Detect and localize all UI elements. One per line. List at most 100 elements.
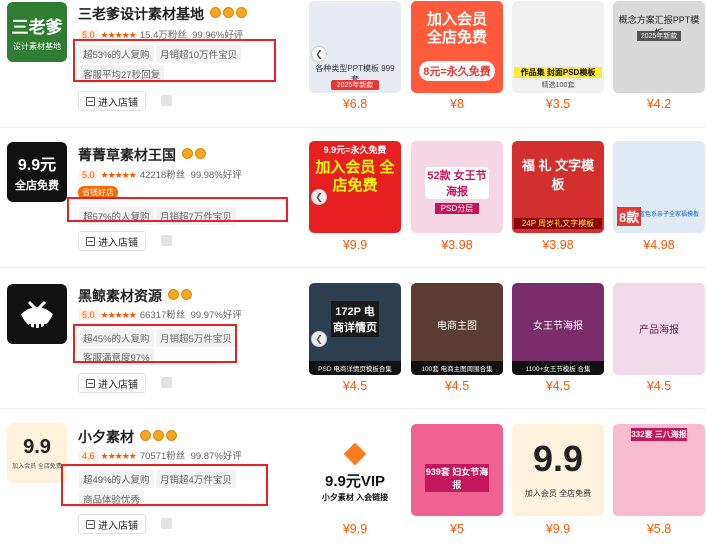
product-image[interactable]: 8款 蓝色系亲子全家福模板	[613, 141, 705, 233]
product-image-caption: 作品集 封面PSD模板	[514, 67, 602, 78]
shop-name-text: 小夕素材	[78, 429, 134, 445]
product-image[interactable]: 172P 电商详情页 PSD 电商详情页模板合集	[309, 283, 401, 375]
product-image[interactable]: 9.9 加入会员 全店免费	[512, 424, 604, 516]
product-image[interactable]: 加入会员 全店免费 8元=永久免费	[411, 1, 503, 93]
crown-icon	[194, 148, 206, 159]
enter-shop-button[interactable]: 进入店铺	[78, 514, 146, 534]
shop-logo[interactable]: 三老爹 设计素材基地	[7, 2, 67, 62]
shop-name-text: 菁菁草素材王国	[78, 147, 176, 163]
shop-row: 9.9元 全店免费 菁菁草素材王国 5.0 ★★★★★ 42218粉丝 99.98%…	[0, 137, 706, 274]
shop-name[interactable]: 三老爹设计素材基地	[78, 4, 247, 24]
enter-shop-button[interactable]: 进入店铺	[78, 91, 146, 111]
shop-icon	[86, 519, 95, 529]
crown-icon	[180, 289, 192, 300]
logo-subtext: 全店免费	[15, 180, 59, 192]
compare-checkbox[interactable]	[161, 95, 172, 106]
shop-name[interactable]: 小夕素材	[78, 427, 177, 447]
product-image[interactable]: 9.9元VIP 小夕素材 入会链接	[309, 424, 401, 516]
shop-logo[interactable]: 9.9元 全店免费	[7, 142, 67, 202]
shop-logo[interactable]: 9.9 加入会员 全店免费	[7, 423, 67, 483]
product-image-caption: 9.9元VIP	[324, 473, 386, 490]
shop-name[interactable]: 菁菁草素材王国	[78, 145, 206, 165]
shop-name-text: 黑鲸素材资源	[78, 288, 162, 304]
chevron-left-icon[interactable]: ❮	[311, 46, 327, 62]
product-image[interactable]: 福 礼 文字模板 24P 周岁礼文字模板	[512, 141, 604, 233]
product-image[interactable]: 52款 女王节海报 PSD分层	[411, 141, 503, 233]
fans-count: 66317粉丝	[139, 310, 186, 321]
price: ¥4.5	[545, 379, 571, 393]
product-image[interactable]: 作品集 封面PSD模板 精选100套	[512, 1, 604, 93]
price: ¥4.2	[646, 97, 672, 111]
product-image[interactable]: 332套 三八海报	[613, 424, 705, 516]
shop-row: 9.9 加入会员 全店免费 小夕素材 4.6 ★★★★★ 70571粉丝 99.87…	[0, 412, 706, 549]
price: ¥4.98	[643, 238, 675, 252]
product-image-badge: 9.9元=永久免费	[323, 145, 387, 155]
good-rating: 99.98%好评	[190, 170, 242, 181]
product-image-badge: 精选100套	[541, 82, 575, 89]
compare-checkbox[interactable]	[161, 377, 172, 388]
enter-shop-button[interactable]: 进入店铺	[78, 373, 146, 393]
price: ¥3.5	[545, 97, 571, 111]
shop-logo[interactable]	[7, 284, 67, 344]
crown-icon	[235, 7, 247, 18]
product-image[interactable]: 产品海报	[613, 283, 705, 375]
price: ¥9.9	[342, 522, 368, 536]
price: ¥5	[450, 522, 464, 536]
fans-count: 70571粉丝	[139, 451, 186, 462]
logo-text: 三老爹	[11, 17, 63, 37]
compare-checkbox[interactable]	[161, 518, 172, 529]
chevron-left-icon[interactable]: ❮	[311, 331, 327, 347]
product-image-caption: 电商主图	[437, 321, 477, 332]
logo-subtext: 设计素材基地	[13, 41, 61, 51]
crown-icon	[167, 289, 179, 300]
product-image[interactable]: 电商主图 100套 电商主图周围合集	[411, 283, 503, 375]
product-image[interactable]: 女王节海报 1100+女王节模板 合集	[512, 283, 604, 375]
good-rating: 99.97%好评	[190, 310, 242, 321]
product-image-badge: 2025年新款	[637, 31, 681, 41]
product-image-badge: 加入会员 全店免费	[524, 489, 592, 498]
price: ¥5.8	[646, 522, 672, 536]
product-image-badge: PSD 电商详情页模板合集	[309, 361, 401, 375]
product-image-caption: 172P 电商详情页	[331, 301, 379, 337]
shop-stats: 4.6 ★★★★★ 70571粉丝 99.87%好评	[79, 448, 242, 462]
price: ¥4.5	[342, 379, 368, 393]
compare-checkbox[interactable]	[161, 235, 172, 246]
product-image-caption: 女王节海报	[533, 321, 583, 332]
highlight-box	[67, 197, 288, 222]
product-image-caption: 52款 女王节海报	[425, 167, 489, 199]
product-image[interactable]: 939套 妇女节海报	[411, 424, 503, 516]
product-image[interactable]: 概念方案汇报PPT模板 2025年新款	[613, 1, 705, 93]
chevron-left-icon[interactable]: ❮	[311, 189, 327, 205]
highlight-box	[61, 464, 268, 506]
product-image-badge: 8元=永久免费	[419, 61, 495, 81]
product-image[interactable]: 9.9元=永久免费 加入会员 全店免费	[309, 141, 401, 233]
enter-shop-label: 进入店铺	[98, 237, 138, 249]
price: ¥4.5	[444, 379, 470, 393]
row-divider	[0, 127, 706, 128]
enter-shop-button[interactable]: 进入店铺	[78, 231, 146, 251]
good-rating: 99.87%好评	[190, 451, 242, 462]
shop-icon	[86, 96, 95, 106]
whale-icon	[21, 300, 53, 330]
product-image-caption: 9.9	[532, 438, 584, 479]
product-image-badge: 小夕素材 入会链接	[321, 493, 389, 502]
price: ¥9.9	[545, 522, 571, 536]
logo-text: 9.9	[23, 436, 51, 458]
star-rating-icon: ★★★★★	[100, 451, 137, 461]
highlight-box	[73, 324, 237, 363]
product-image-badge: 1100+女王节模板 合集	[512, 361, 604, 375]
star-rating-icon: ★★★★★	[100, 310, 137, 320]
enter-shop-label: 进入店铺	[98, 97, 138, 109]
crown-icon	[222, 7, 234, 18]
shop-stats: 5.0 ★★★★★ 42218粉丝 99.98%好评	[79, 167, 242, 181]
product-image-caption: 福 礼 文字模板	[521, 158, 595, 192]
product-image-caption: 加入会员 全店免费	[426, 11, 487, 46]
enter-shop-label: 进入店铺	[98, 520, 138, 532]
crown-icon	[139, 430, 151, 441]
product-image-caption: 蓝色系亲子全家福模板	[639, 212, 700, 218]
price: ¥6.8	[342, 97, 368, 111]
shop-name[interactable]: 黑鲸素材资源	[78, 286, 192, 306]
price: ¥8	[450, 97, 464, 111]
crown-icon	[152, 430, 164, 441]
score-badge: 4.6	[79, 451, 98, 461]
